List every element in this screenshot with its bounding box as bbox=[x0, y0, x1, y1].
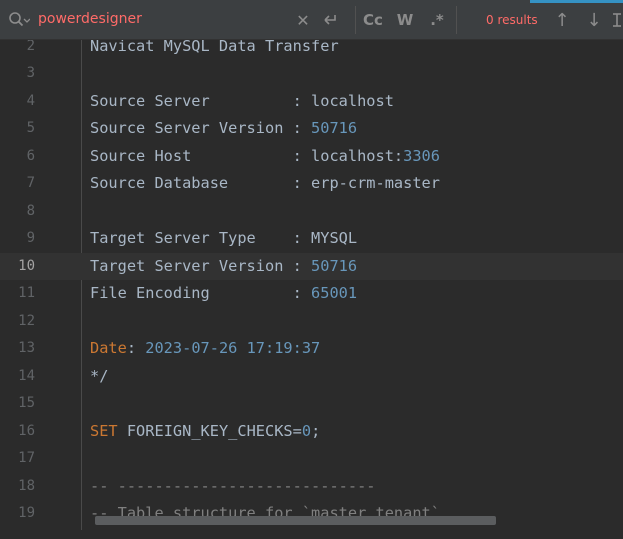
code-token: 50716 bbox=[311, 256, 358, 275]
line-number: 15 bbox=[18, 395, 35, 411]
line-number: 17 bbox=[18, 450, 35, 466]
match-case-button[interactable]: Cc bbox=[361, 8, 385, 32]
code-line[interactable]: 10 Target Server Version : 50716 bbox=[0, 252, 623, 281]
line-number: 19 bbox=[18, 505, 35, 521]
line-code: */ bbox=[90, 363, 108, 391]
accent-strip bbox=[530, 0, 623, 3]
whole-words-button[interactable]: W bbox=[394, 8, 416, 32]
horizontal-scrollbar[interactable] bbox=[95, 516, 496, 525]
code-line[interactable]: 9 Target Server Type : MYSQL bbox=[0, 225, 623, 253]
find-bar: powerdesigner ✕ Cc W .* 0 results ↑ ↓ bbox=[0, 0, 623, 40]
code-line[interactable]: 4 Source Server : localhost bbox=[0, 88, 623, 116]
code-line[interactable]: 2 Navicat MySQL Data Transfer bbox=[0, 40, 623, 60]
code-line[interactable]: 6 Source Host : localhost:3306 bbox=[0, 143, 623, 171]
code-token: Date bbox=[90, 339, 127, 357]
clear-search-icon[interactable]: ✕ bbox=[293, 8, 313, 32]
line-number: 18 bbox=[18, 477, 35, 494]
line-number: 16 bbox=[18, 422, 35, 439]
code-line[interactable]: 17 bbox=[0, 445, 623, 473]
code-token: 0 bbox=[301, 421, 312, 440]
line-code: SET FOREIGN_KEY_CHECKS=0; bbox=[90, 418, 320, 446]
code-editor[interactable]: 2 Navicat MySQL Data Transfer 3 4 Source Ser… bbox=[0, 40, 623, 539]
code-line[interactable]: 18 -- ---------------------------- bbox=[0, 473, 623, 501]
code-token: */ bbox=[90, 366, 109, 385]
bottom-strip bbox=[0, 530, 623, 539]
line-code: Navicat MySQL Data Transfer bbox=[90, 40, 339, 60]
search-input[interactable]: powerdesigner bbox=[38, 11, 142, 27]
code-token: File Encoding : bbox=[90, 284, 312, 302]
line-code: Source Database : erp-crm-master bbox=[90, 170, 440, 198]
code-line[interactable]: 5 Source Server Version : 50716 bbox=[0, 115, 623, 143]
code-token: 50716 bbox=[311, 119, 358, 137]
code-token: -- ---------------------------- bbox=[90, 476, 376, 495]
line-number: 6 bbox=[26, 147, 35, 164]
line-number: 14 bbox=[18, 367, 35, 384]
line-code: Target Server Version : 50716 bbox=[90, 253, 357, 281]
line-number: 3 bbox=[26, 65, 35, 81]
line-number: 10 bbox=[18, 257, 35, 274]
code-line[interactable]: 16 SET FOREIGN_KEY_CHECKS=0; bbox=[0, 418, 623, 446]
code-token: Source Host : bbox=[90, 146, 312, 165]
code-line[interactable]: 14 */ bbox=[0, 363, 623, 391]
regex-button[interactable]: .* bbox=[426, 8, 448, 32]
code-token: Target Server Type : bbox=[90, 229, 312, 247]
next-occurrence-icon[interactable]: ↓ bbox=[583, 8, 605, 32]
filter-icon[interactable] bbox=[611, 8, 623, 32]
code-token: Source Server : bbox=[90, 91, 312, 110]
line-number: 11 bbox=[18, 285, 35, 301]
code-line[interactable]: 8 bbox=[0, 198, 623, 226]
code-token: localhost bbox=[311, 91, 394, 110]
new-line-icon[interactable] bbox=[320, 8, 342, 32]
search-history-icon[interactable] bbox=[8, 11, 31, 29]
code-token: localhost: bbox=[311, 146, 404, 165]
code-token: MYSQL bbox=[311, 229, 358, 247]
code-token: Source Server Version : bbox=[90, 119, 312, 137]
code-line[interactable]: 7 Source Database : erp-crm-master bbox=[0, 170, 623, 198]
code-token: SET bbox=[90, 421, 118, 440]
code-token: Source Database : bbox=[90, 174, 312, 192]
code-line[interactable]: 13 Date: 2023-07-26 17:19:37 bbox=[0, 335, 623, 363]
line-code: -- ---------------------------- bbox=[90, 473, 376, 501]
code-token: ; bbox=[311, 421, 321, 440]
line-number: 2 bbox=[26, 40, 35, 54]
code-token: 2023-07-26 17:19:37 bbox=[145, 339, 321, 357]
line-number: 13 bbox=[18, 340, 35, 356]
code-line[interactable]: 11 File Encoding : 65001 bbox=[0, 280, 623, 308]
line-code: File Encoding : 65001 bbox=[90, 280, 357, 308]
code-token: erp-crm-master bbox=[311, 174, 440, 192]
line-code: Date: 2023-07-26 17:19:37 bbox=[90, 335, 320, 363]
line-number: 7 bbox=[26, 175, 35, 191]
separator bbox=[456, 6, 457, 34]
code-line[interactable]: 12 bbox=[0, 308, 623, 336]
code-token: 65001 bbox=[311, 284, 358, 302]
editor-window: powerdesigner ✕ Cc W .* 0 results ↑ ↓ 2 N… bbox=[0, 0, 623, 539]
code-line[interactable]: 3 bbox=[0, 60, 623, 88]
line-code: Target Server Type : MYSQL bbox=[90, 225, 357, 253]
previous-occurrence-icon[interactable]: ↑ bbox=[551, 8, 573, 32]
line-number: 8 bbox=[26, 202, 35, 219]
code-token: FOREIGN_KEY_CHECKS= bbox=[117, 421, 302, 440]
code-line[interactable]: 15 bbox=[0, 390, 623, 418]
code-token: 3306 bbox=[403, 146, 440, 165]
code-token: Navicat MySQL Data Transfer bbox=[90, 40, 339, 55]
results-count: 0 results bbox=[486, 13, 538, 27]
separator bbox=[355, 6, 356, 34]
line-code: Source Server Version : 50716 bbox=[90, 115, 357, 143]
line-number: 5 bbox=[26, 120, 35, 136]
line-number: 12 bbox=[18, 312, 35, 329]
line-number: 9 bbox=[26, 230, 35, 246]
code-token: : bbox=[126, 339, 146, 357]
line-number: 4 bbox=[26, 92, 35, 109]
line-code: Source Server : localhost bbox=[90, 88, 394, 116]
line-code: Source Host : localhost:3306 bbox=[90, 143, 440, 171]
code-token: Target Server Version : bbox=[90, 256, 312, 275]
